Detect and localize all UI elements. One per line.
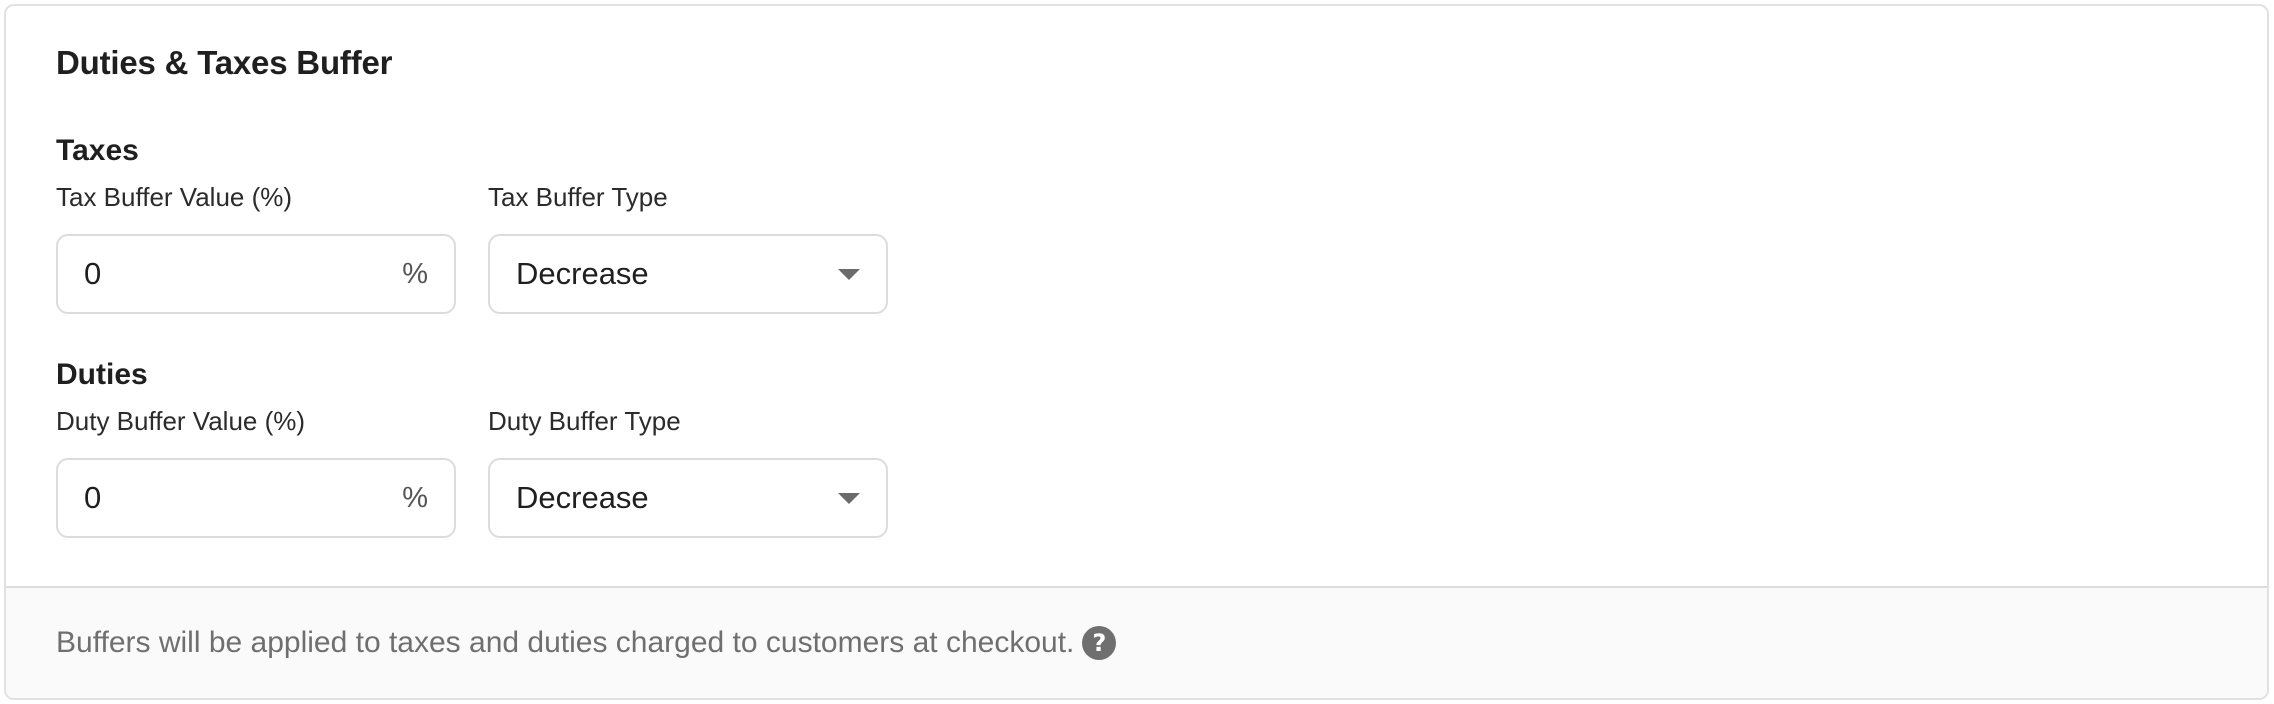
tax-buffer-type-select[interactable]: Decrease [488,234,888,314]
duty-buffer-value-input[interactable]: 0 % [56,458,456,538]
tax-buffer-type-value[interactable]: Decrease [516,256,838,292]
chevron-down-icon [838,492,860,504]
duties-section-title: Duties [56,358,148,391]
tax-buffer-value-input[interactable]: 0 % [56,234,456,314]
footer-note-row: Buffers will be applied to taxes and dut… [56,626,1117,660]
chevron-down-icon [838,268,860,280]
card-footer: Buffers will be applied to taxes and dut… [6,586,2267,698]
percent-suffix: % [402,481,428,514]
duty-buffer-type-select[interactable]: Decrease [488,458,888,538]
duty-buffer-value[interactable]: 0 [84,480,402,516]
tax-buffer-value-label: Tax Buffer Value (%) [56,182,293,212]
percent-suffix: % [402,257,428,290]
duty-buffer-type-label: Duty Buffer Type [488,406,681,436]
duties-taxes-buffer-card: Duties & Taxes Buffer Taxes Tax Buffer V… [4,4,2269,700]
tax-buffer-type-label: Tax Buffer Type [488,182,668,212]
card-body: Duties & Taxes Buffer Taxes Tax Buffer V… [6,6,2267,586]
duty-buffer-type-value[interactable]: Decrease [516,480,838,516]
footer-note: Buffers will be applied to taxes and dut… [56,626,1075,659]
card-title: Duties & Taxes Buffer [56,44,393,81]
taxes-section-title: Taxes [56,134,139,167]
question-circle-icon[interactable]: ? [1082,626,1117,660]
tax-buffer-value[interactable]: 0 [84,256,402,292]
duty-buffer-value-label: Duty Buffer Value (%) [56,406,306,436]
